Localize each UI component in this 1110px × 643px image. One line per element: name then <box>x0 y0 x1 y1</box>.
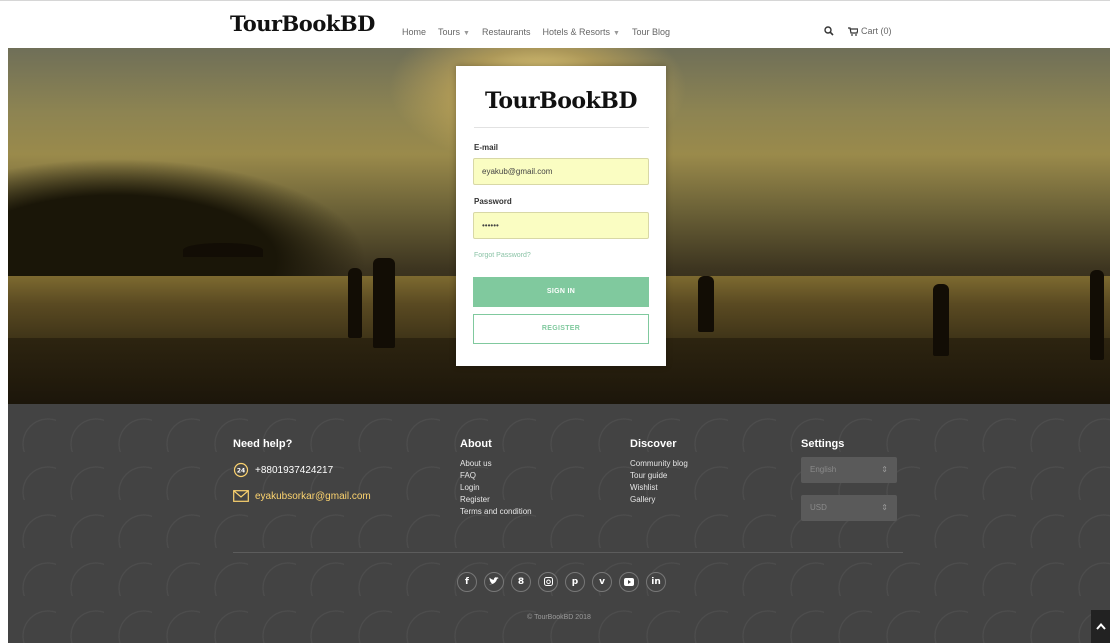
linkedin-icon[interactable]: in <box>646 572 666 592</box>
help-title: Need help? <box>233 438 293 450</box>
phone-24-icon: 24 <box>233 462 249 478</box>
umbrella-silhouette <box>183 243 263 257</box>
footer-help: Need help? <box>233 438 292 458</box>
email-label: E-mail <box>474 143 499 152</box>
header-actions: Cart (0) <box>824 26 892 36</box>
currency-select[interactable]: USD ⇕ <box>801 495 897 521</box>
chevron-up-icon <box>1095 622 1106 630</box>
youtube-icon[interactable] <box>619 572 639 592</box>
footer-link-register[interactable]: Register <box>460 494 532 506</box>
password-label: Password <box>474 197 512 206</box>
footer-about: About About us FAQ Login Register Terms … <box>460 438 532 518</box>
footer-settings: Settings <box>801 438 844 458</box>
nav-hotels[interactable]: Hotels & Resorts ▼ <box>543 27 620 37</box>
login-card: TourBookBD E-mail eyakub@gmail.com Passw… <box>456 66 666 366</box>
footer: Need help? 24 +8801937424217 eyakubsorka… <box>8 404 1110 643</box>
chevron-down-icon: ▼ <box>463 30 470 37</box>
language-value: English <box>810 465 837 474</box>
currency-value: USD <box>810 503 827 512</box>
top-header: TourBookBD Home Tours ▼ Restaurants Hotel… <box>0 0 1110 48</box>
footer-link-about-us[interactable]: About us <box>460 458 532 470</box>
nav-hotels-label: Hotels & Resorts <box>542 27 611 37</box>
email-address: eyakubsorkar@gmail.com <box>255 490 371 502</box>
select-arrows-icon: ⇕ <box>881 465 888 474</box>
nav-tours[interactable]: Tours ▼ <box>438 27 470 37</box>
facebook-icon[interactable]: f <box>457 572 477 592</box>
phone-contact[interactable]: 24 +8801937424217 <box>233 462 333 478</box>
language-select[interactable]: English ⇕ <box>801 457 897 483</box>
email-contact[interactable]: eyakubsorkar@gmail.com <box>233 490 371 502</box>
svg-text:24: 24 <box>237 468 245 475</box>
phone-number: +8801937424217 <box>255 464 334 476</box>
footer-link-terms[interactable]: Terms and condition <box>460 506 532 518</box>
back-to-top-button[interactable] <box>1091 610 1110 643</box>
register-button[interactable]: REGISTER <box>473 314 649 344</box>
person-silhouette <box>1090 270 1104 360</box>
nav-home[interactable]: Home <box>402 27 426 37</box>
footer-divider <box>233 552 903 553</box>
search-icon[interactable] <box>824 26 834 36</box>
footer-link-gallery[interactable]: Gallery <box>630 494 688 506</box>
envelope-icon <box>233 490 249 502</box>
person-silhouette <box>933 284 949 356</box>
cart-button[interactable]: Cart (0) <box>848 26 892 36</box>
discover-title: Discover <box>630 438 677 450</box>
forgot-password-link[interactable]: Forgot Password? <box>474 252 531 259</box>
social-links: f 8 p v in <box>457 572 666 592</box>
login-logo: TourBookBD <box>485 88 637 114</box>
select-arrows-icon: ⇕ <box>881 503 888 512</box>
footer-link-wishlist[interactable]: Wishlist <box>630 482 688 494</box>
nav-blog[interactable]: Tour Blog <box>632 27 670 37</box>
password-field[interactable]: •••••• <box>473 212 649 239</box>
footer-link-login[interactable]: Login <box>460 482 532 494</box>
about-title: About <box>460 438 492 450</box>
divider <box>474 127 649 128</box>
nav-tours-label: Tours <box>438 27 461 37</box>
sign-in-button[interactable]: SIGN IN <box>473 277 649 307</box>
cart-label: Cart (0) <box>861 26 892 36</box>
main-nav: Home Tours ▼ Restaurants Hotels & Resorts… <box>402 27 670 37</box>
twitter-icon[interactable] <box>484 572 504 592</box>
instagram-icon[interactable] <box>538 572 558 592</box>
settings-title: Settings <box>801 438 845 450</box>
footer-link-faq[interactable]: FAQ <box>460 470 532 482</box>
pinterest-icon[interactable]: p <box>565 572 585 592</box>
nav-restaurants[interactable]: Restaurants <box>482 27 531 37</box>
google-plus-icon[interactable]: 8 <box>511 572 531 592</box>
person-silhouette <box>348 268 362 338</box>
footer-discover: Discover Community blog Tour guide Wishl… <box>630 438 688 506</box>
email-field[interactable]: eyakub@gmail.com <box>473 158 649 185</box>
cart-icon <box>848 26 858 36</box>
copyright: © TourBookBD 2018 <box>527 614 591 621</box>
chevron-down-icon: ▼ <box>613 30 620 37</box>
footer-link-tour-guide[interactable]: Tour guide <box>630 470 688 482</box>
footer-link-community-blog[interactable]: Community blog <box>630 458 688 470</box>
brand-logo[interactable]: TourBookBD <box>230 11 375 36</box>
person-silhouette <box>373 258 395 348</box>
vimeo-icon[interactable]: v <box>592 572 612 592</box>
person-silhouette <box>698 276 714 332</box>
